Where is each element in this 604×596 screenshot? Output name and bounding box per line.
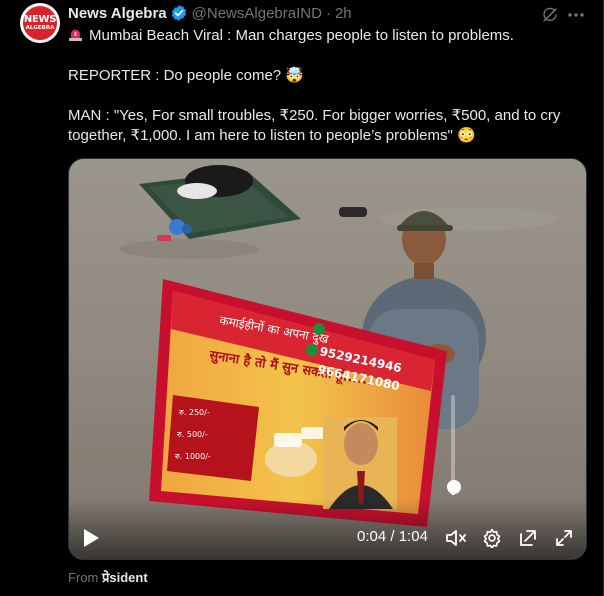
time-separator: / bbox=[390, 528, 395, 545]
source-attribution: From प्रेsident bbox=[68, 568, 148, 586]
controls-overlay bbox=[69, 499, 586, 559]
volume-muted-icon[interactable] bbox=[445, 528, 467, 553]
post-timestamp[interactable]: 2h bbox=[335, 5, 352, 22]
post-text: Mumbai Beach Viral : Man charges people … bbox=[68, 26, 588, 146]
video-time: 0:04 / 1:04 bbox=[357, 528, 428, 545]
volume-slider-handle[interactable] bbox=[447, 480, 461, 494]
duration: 1:04 bbox=[398, 528, 428, 545]
siren-icon bbox=[68, 27, 83, 42]
settings-icon[interactable] bbox=[482, 528, 502, 553]
separator-dot: · bbox=[325, 4, 331, 22]
author-handle[interactable]: @NewsAlgebraIND bbox=[192, 5, 322, 22]
news-algebra-logo: NEWS ALGEBRA bbox=[23, 6, 57, 40]
sign-fee-3: रु. 1000/- bbox=[175, 452, 211, 461]
current-time: 0:04 bbox=[357, 528, 387, 545]
fullscreen-icon[interactable] bbox=[554, 528, 574, 553]
source-name[interactable]: प्रेsident bbox=[102, 570, 148, 585]
sign-fee-2: रु. 500/- bbox=[177, 430, 208, 439]
sign-fee-1: रु. 250/- bbox=[179, 408, 210, 417]
post-text-line-man: MAN : "Yes, For small troubles, ₹250. Fo… bbox=[68, 107, 565, 144]
picture-in-picture-icon[interactable] bbox=[518, 528, 538, 553]
source-prefix: From bbox=[68, 570, 99, 585]
post-text-line-reporter: REPORTER : Do people come? 🤯 bbox=[68, 67, 304, 84]
verified-badge-icon[interactable] bbox=[170, 4, 188, 22]
author-name[interactable]: News Algebra bbox=[68, 5, 167, 22]
post-header: News Algebra @NewsAlgebraIND · 2h bbox=[68, 3, 352, 23]
post-text-line-headline: Mumbai Beach Viral : Man charges people … bbox=[68, 26, 588, 46]
video-player[interactable]: कमाईहीनों का अपना दुख सुनाना है तो मैं स… bbox=[68, 158, 587, 560]
avatar[interactable]: NEWS ALGEBRA bbox=[20, 3, 60, 43]
play-icon[interactable] bbox=[81, 527, 101, 554]
